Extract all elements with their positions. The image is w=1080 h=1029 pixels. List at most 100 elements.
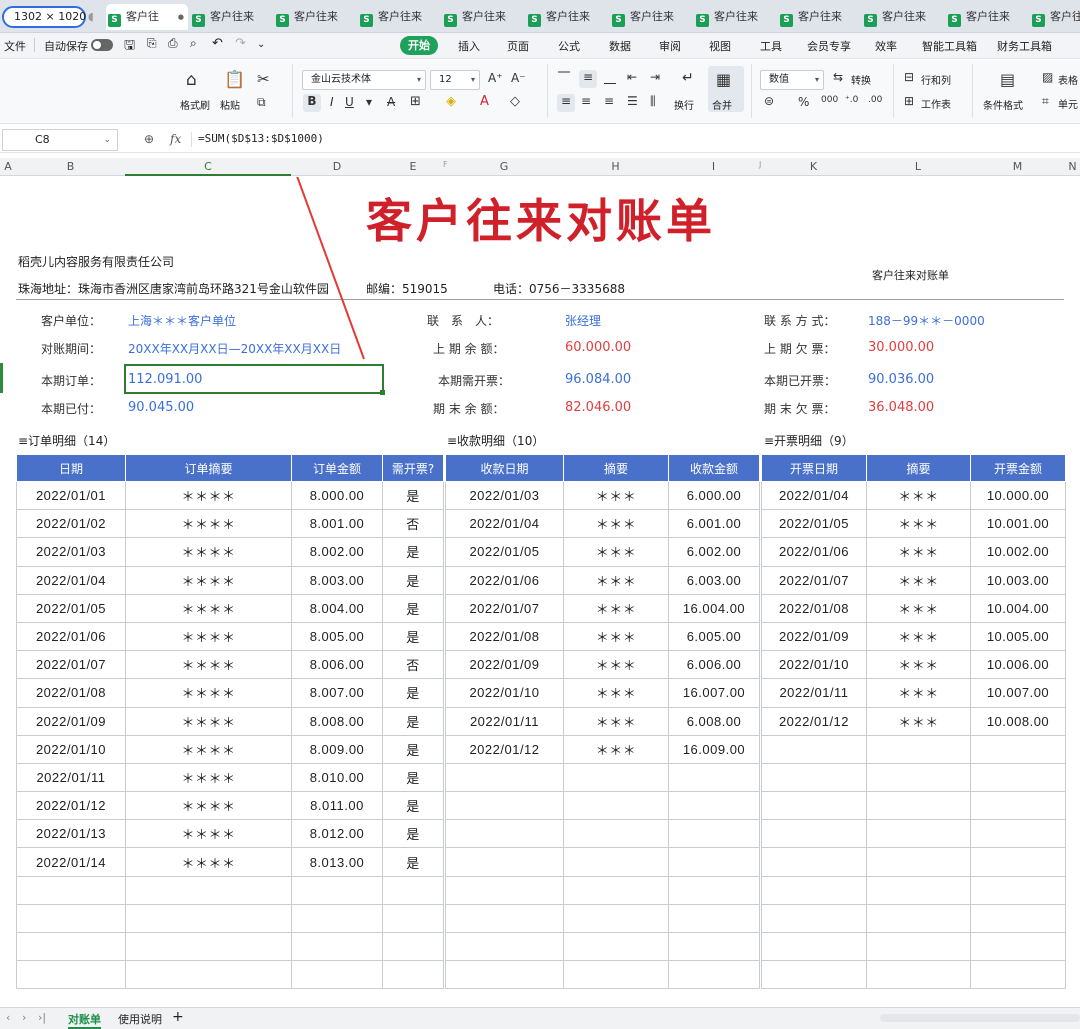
table-cell[interactable] [16,875,126,905]
table-cell[interactable] [761,875,867,905]
table-cell[interactable] [445,791,564,821]
table-cell[interactable]: 2022/01/09 [16,706,126,736]
worksheet-icon[interactable]: ⊞ [904,94,914,108]
table-cell[interactable] [761,931,867,962]
table-cell[interactable]: 2022/01/12 [761,706,867,736]
table-cell[interactable]: ＊＊＊ [866,678,971,708]
paid-value[interactable]: 90.045.00 [128,400,194,415]
document-tab[interactable]: S 客户往来 [190,4,272,30]
table-cell[interactable]: 10.007.00 [970,678,1066,708]
cond-format-label[interactable]: 条件格式 [983,97,1023,112]
document-tab[interactable]: S 客户往来 [862,4,944,30]
sheet-tab-instructions[interactable]: 使用说明 [118,1011,162,1027]
wrap-label[interactable]: 换行 [674,97,694,112]
table-cell[interactable] [125,903,292,934]
table-cell[interactable]: 2022/01/14 [16,847,126,877]
table-cell[interactable] [668,931,760,962]
table-cell[interactable]: 2022/01/07 [761,565,867,595]
table-cell[interactable] [382,960,444,990]
column-header[interactable]: M [970,160,1065,173]
table-cell[interactable]: ＊＊＊＊ [125,509,292,539]
column-header[interactable]: A [0,160,16,173]
table-cell[interactable]: 16.009.00 [668,734,760,764]
increase-font-icon[interactable]: A⁺ [488,71,503,85]
table-cell[interactable]: 6.005.00 [668,621,760,652]
table-cell[interactable]: 8.003.00 [291,565,383,595]
table-cell[interactable]: 8.004.00 [291,593,383,623]
menu-tab[interactable]: 财务工具箱 [997,38,1052,54]
table-cell[interactable] [291,931,383,962]
table-cell[interactable]: ＊＊＊＊ [125,847,292,877]
table-header[interactable]: 摘要 [563,454,669,482]
table-cell[interactable] [668,762,760,793]
rows-cols-icon[interactable]: ⊟ [904,70,914,84]
horizontal-scrollbar[interactable] [880,1014,1080,1022]
table-cell[interactable]: ＊＊＊ [563,734,669,764]
table-cell[interactable] [761,734,867,764]
formula-input[interactable]: =SUM($D$13:$D$1000) [198,132,324,145]
table-cell[interactable] [970,819,1066,849]
table-cell[interactable]: 否 [382,650,444,680]
spreadsheet-grid[interactable]: 客户往来对账单 稻壳儿内容服务有限责任公司 珠海地址：珠海市香洲区唐家湾前岛环路… [0,177,1080,1007]
table-cell[interactable]: 2022/01/11 [445,706,564,736]
table-cell[interactable] [291,903,383,934]
table-cell[interactable]: 10.004.00 [970,593,1066,623]
table-cell[interactable]: ＊＊＊＊ [125,650,292,680]
table-cell[interactable] [291,960,383,990]
table-cell[interactable]: 8.011.00 [291,791,383,821]
table-header[interactable]: 收款金额 [668,454,760,482]
tab-home[interactable]: 开始 [400,36,438,55]
paste-icon[interactable]: 📋 [224,70,245,90]
table-cell[interactable]: 2022/01/12 [445,734,564,764]
window-size-pill[interactable]: 1302 × 1020 [2,6,86,28]
menu-tab[interactable]: 视图 [709,38,731,54]
table-cell[interactable]: 6.008.00 [668,706,760,736]
table-style-icon[interactable]: ▨ [1042,70,1053,84]
table-cell[interactable] [563,847,669,877]
table-cell[interactable]: 2022/01/09 [445,650,564,680]
document-tab[interactable]: S 客户往来 [694,4,776,30]
table-cell[interactable]: ＊＊＊ [866,537,971,567]
table-cell[interactable] [445,931,564,962]
convert-icon[interactable]: ⇆ [833,70,843,84]
table-cell[interactable]: 8.009.00 [291,734,383,764]
table-cell[interactable]: ＊＊＊＊ [125,791,292,821]
italic-icon[interactable]: I [330,95,334,109]
menu-tab[interactable]: 审阅 [659,38,681,54]
table-cell[interactable]: 10.000.00 [970,480,1066,511]
menu-tab[interactable]: 会员专享 [807,38,851,54]
table-cell[interactable]: 2022/01/04 [761,480,867,511]
align-top-icon[interactable]: ⎺ [558,70,570,85]
table-cell[interactable]: ＊＊＊ [563,565,669,595]
document-tab[interactable]: S 客户往来 [778,4,860,30]
table-cell[interactable]: 8.012.00 [291,819,383,849]
table-cell[interactable]: 2022/01/05 [16,593,126,623]
table-header[interactable]: 订单摘要 [125,454,292,482]
table-cell[interactable] [866,875,971,905]
table-cell[interactable]: ＊＊＊ [563,537,669,567]
table-header[interactable]: 开票金额 [970,454,1066,482]
rows-cols-label[interactable]: 行和列 [921,72,951,87]
table-cell[interactable] [125,875,292,905]
table-cell[interactable] [445,847,564,877]
table-cell[interactable]: ＊＊＊ [866,650,971,680]
table-cell[interactable]: 2022/01/10 [761,650,867,680]
table-cell[interactable]: 2022/01/09 [761,621,867,652]
table-cell[interactable]: 6.003.00 [668,565,760,595]
table-cell[interactable] [668,847,760,877]
table-cell[interactable]: ＊＊＊＊ [125,537,292,567]
table-cell[interactable] [761,762,867,793]
indent-decrease-icon[interactable]: ⇤ [627,70,637,84]
table-cell[interactable]: 10.005.00 [970,621,1066,652]
table-cell[interactable] [970,903,1066,934]
table-cell[interactable] [668,819,760,849]
table-cell[interactable] [866,819,971,849]
table-cell[interactable]: ＊＊＊ [563,650,669,680]
table-cell[interactable]: 2022/01/03 [16,537,126,567]
table-cell[interactable]: 是 [382,565,444,595]
document-tab[interactable]: S 客户往来 [526,4,608,30]
menu-tab[interactable]: 插入 [458,38,480,54]
table-cell[interactable] [866,931,971,962]
table-cell[interactable]: ＊＊＊＊ [125,706,292,736]
table-cell[interactable]: 8.005.00 [291,621,383,652]
